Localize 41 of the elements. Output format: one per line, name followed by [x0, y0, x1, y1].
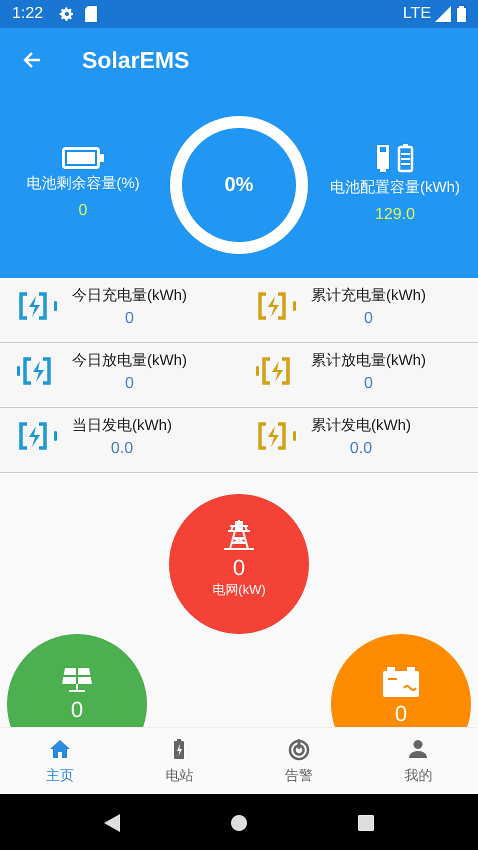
stat-label: 当日发电(kWh)	[72, 416, 172, 436]
flow-value: 0	[70, 698, 84, 722]
stat-label: 累计充电量(kWh)	[311, 286, 426, 306]
stat-label: 今日充电量(kWh)	[72, 286, 187, 306]
battery-icon	[457, 6, 466, 22]
stat-value: 0.0	[348, 439, 374, 460]
stat-label: 累计发电(kWh)	[311, 416, 411, 436]
flow-value: 0	[394, 702, 408, 726]
nav-tab[interactable]: 主页	[0, 728, 120, 794]
capacity-label: 电池剩余容量(%)	[26, 174, 140, 194]
stat-value: 0	[363, 374, 374, 394]
stat-label: 累计放电量(kWh)	[311, 350, 426, 371]
stat-value: 0.0	[110, 439, 134, 460]
flow-label: 电网(kW)	[212, 581, 266, 600]
nav-tab[interactable]: 电站	[120, 728, 239, 794]
clock-time: 1:22	[12, 4, 44, 24]
capacity-label: 电池配置容量(kWh)	[330, 178, 460, 198]
alarm-icon	[286, 736, 311, 760]
settings-icon	[59, 6, 76, 22]
flow-value: 0	[232, 556, 246, 580]
network-label: LTE	[402, 4, 431, 24]
solar-panel-icon	[60, 666, 94, 694]
battery-icon	[382, 666, 420, 698]
sd-card-icon	[85, 6, 98, 22]
power-tower-icon	[222, 518, 256, 552]
gauge-percent: 0%	[224, 173, 254, 198]
nav-tab[interactable]: 我的	[358, 728, 478, 794]
signal-icon	[435, 6, 451, 22]
battery-icon	[62, 146, 104, 169]
capacity-value: 0	[78, 201, 88, 222]
recents-icon[interactable]	[357, 814, 376, 832]
stat-value: 0	[124, 374, 135, 394]
back-icon[interactable]	[102, 812, 121, 832]
capacity-value: 129.0	[374, 205, 416, 226]
nav-tab[interactable]: 告警	[239, 728, 358, 794]
home-icon[interactable]	[230, 814, 248, 832]
battery-pack-icon	[375, 142, 415, 173]
stat-label: 今日放电量(kWh)	[72, 350, 187, 371]
app-title: SolarEMS	[82, 46, 190, 75]
stat-value: 0	[363, 309, 374, 330]
stat-value: 0	[124, 309, 135, 330]
